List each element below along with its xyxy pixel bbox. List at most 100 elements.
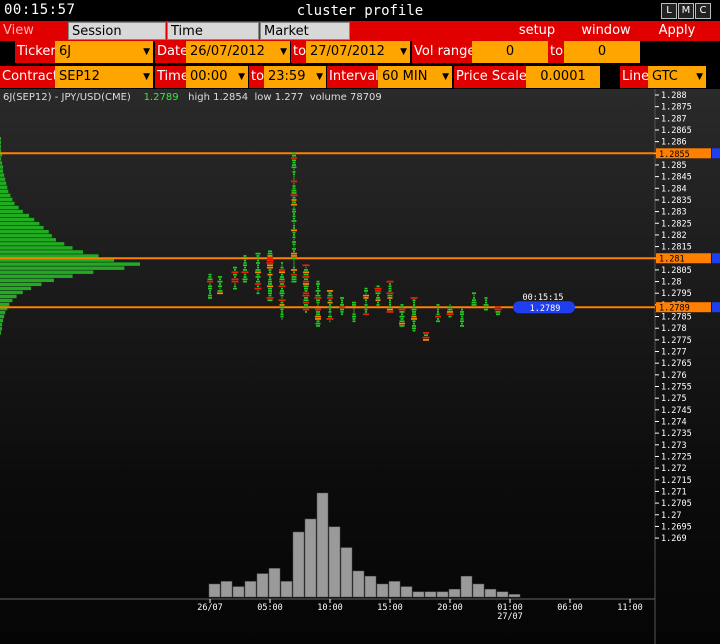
cluster-cell [317, 285, 319, 288]
profile-bar [0, 254, 99, 258]
menu-view-dom[interactable]: View DOM [0, 22, 68, 56]
cluster-cell [437, 311, 439, 313]
price-tick-label: 1.2785 [661, 313, 692, 323]
volume-bar [496, 591, 509, 598]
apply-button[interactable]: Apply [652, 22, 702, 40]
cluster-cell [399, 315, 405, 318]
cluster-cell [291, 255, 297, 257]
cluster-cell [293, 224, 295, 227]
cluster-cell [400, 304, 404, 306]
cluster-cell [292, 159, 296, 162]
cluster-cell [413, 304, 415, 306]
cluster-cell [257, 264, 259, 267]
price-tick-label: 1.2805 [661, 266, 692, 276]
cluster-cell [401, 313, 403, 316]
cluster-cell [291, 199, 297, 201]
price-tick-label: 1.273 [661, 441, 687, 451]
profile-bar [0, 165, 4, 169]
cluster-cell [340, 311, 344, 313]
menu-session-hours[interactable]: Session Hours [68, 22, 166, 57]
cluster-cell [217, 292, 223, 295]
profile-bar [0, 266, 125, 270]
cluster-cell [329, 313, 331, 316]
cluster-cell [268, 269, 272, 271]
close-button[interactable]: C [695, 3, 711, 19]
cluster-cell [365, 299, 367, 302]
cluster-cell [352, 315, 356, 318]
chevron-down-icon: ▼ [143, 47, 150, 57]
cluster-cell [316, 280, 320, 283]
minimize-button[interactable]: M [678, 3, 694, 19]
cluster-chart[interactable]: 1.288 1.28751.287 1.2865 1.286 1.28551.285 1.… [0, 89, 720, 644]
volume-bar [448, 588, 461, 598]
contract-select[interactable]: SEP12 ▼ [55, 66, 153, 88]
cluster-cell [254, 287, 262, 290]
cluster-cell [268, 287, 272, 290]
cluster-cell [255, 283, 261, 285]
date-from-select[interactable]: 26/07/2012 ▼ [186, 41, 290, 63]
cluster-cell [423, 332, 429, 334]
profile-bar [0, 217, 35, 222]
contract-label: Contract [0, 66, 58, 88]
chevron-down-icon: ▼ [143, 72, 150, 82]
time-tick-label: 10:00 [317, 603, 343, 613]
link-button[interactable]: L [661, 3, 677, 19]
profile-bar [0, 189, 9, 194]
cluster-cell [234, 285, 236, 288]
cluster-cell [257, 257, 259, 260]
setup-button[interactable]: setup [512, 22, 562, 40]
vol-to-label: to [548, 41, 564, 63]
vol-from-input[interactable]: 0 [472, 41, 548, 63]
cluster-cell [436, 320, 440, 323]
cluster-cell [386, 292, 394, 295]
volume-value: 78709 [349, 92, 382, 103]
cluster-cell [437, 308, 439, 311]
time-to-select[interactable]: 23:59 ▼ [264, 66, 326, 88]
cluster-cell [278, 299, 286, 302]
pricescale-input[interactable]: 0.0001 [526, 66, 600, 88]
cluster-cell [219, 278, 221, 281]
cluster-cell [473, 297, 475, 299]
cluster-cell [315, 306, 321, 309]
cluster-cell [302, 264, 310, 267]
cluster-cell [422, 336, 430, 339]
cluster-cell [351, 306, 357, 309]
ticker-value: 6J [59, 44, 72, 59]
date-to-select[interactable]: 27/07/2012 ▼ [306, 41, 410, 63]
interval-select[interactable]: 60 MIN ▼ [378, 66, 452, 88]
profile-bar [0, 298, 13, 303]
profile-bar [0, 331, 2, 335]
chart-canvas[interactable]: 1.288 1.28751.287 1.2865 1.286 1.28551.285 1.… [0, 89, 720, 644]
cluster-cell [291, 180, 297, 183]
line-select[interactable]: GTC ▼ [648, 66, 706, 88]
window-button[interactable]: window [575, 22, 637, 40]
ticker-select[interactable]: 6J ▼ [55, 41, 153, 63]
cluster-cell [303, 292, 309, 295]
cluster-cell [327, 301, 333, 304]
cluster-cell [305, 311, 307, 313]
profile-bar [0, 225, 44, 230]
profile-bar [0, 278, 54, 283]
volume-bar [268, 568, 281, 598]
vol-to-input[interactable]: 0 [564, 41, 640, 63]
cluster-cell [217, 290, 223, 292]
cluster-cell [304, 287, 308, 290]
menu-market-watch[interactable]: Market Watch [260, 22, 350, 57]
cluster-cell [316, 320, 320, 323]
time-label: Time [155, 66, 189, 88]
price-tick-label: 1.283 [661, 208, 687, 218]
cluster-cell [388, 306, 392, 309]
time-from-select[interactable]: 00:00 ▼ [186, 66, 248, 88]
cluster-cell [279, 304, 285, 306]
cluster-cell [303, 273, 309, 276]
cluster-cell [327, 294, 333, 297]
volume-bar [244, 581, 257, 598]
cluster-cell [293, 266, 295, 269]
volume-label: volume [309, 92, 347, 103]
menu-time-interval[interactable]: Time Interval [167, 22, 259, 57]
cluster-cell [292, 215, 296, 218]
cluster-cell [388, 287, 392, 290]
profile-bar [0, 302, 10, 307]
cluster-cell [243, 262, 247, 264]
cluster-cell [293, 168, 295, 171]
